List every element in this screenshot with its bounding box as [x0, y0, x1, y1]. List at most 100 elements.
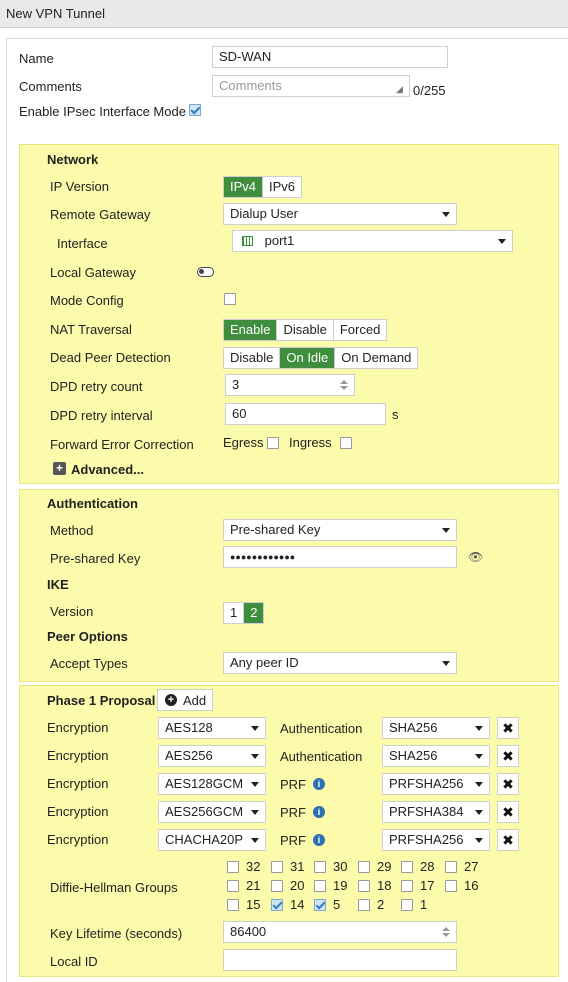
dh-group-label: 30 [333, 859, 348, 874]
dpd-on-idle[interactable]: On Idle [280, 348, 336, 368]
remove-proposal-button[interactable]: ✖ [497, 801, 519, 823]
prf-select[interactable]: PRFSHA256 [382, 773, 490, 795]
prf-select[interactable]: PRFSHA256 [382, 829, 490, 851]
eye-icon[interactable]: 👁 [468, 550, 483, 564]
mode-config-checkbox[interactable] [224, 293, 236, 305]
encryption-select[interactable]: AES256GCM [158, 801, 266, 823]
dh-group-14-checkbox[interactable] [271, 899, 283, 911]
chevron-down-icon [442, 212, 450, 217]
psk-input[interactable]: ●●●●●●●●●●●● [223, 546, 457, 568]
dh-group-18-checkbox[interactable] [358, 880, 370, 892]
remove-proposal-button[interactable]: ✖ [497, 773, 519, 795]
authentication-label: Authentication [280, 721, 363, 736]
dh-group-17-checkbox[interactable] [401, 880, 413, 892]
dh-group-label: 20 [290, 878, 305, 893]
add-proposal-label: Add [183, 693, 207, 708]
fec-egress-checkbox[interactable] [267, 437, 279, 449]
authentication-select[interactable]: SHA256 [382, 717, 490, 739]
ip-version-toggle: IPv4 IPv6 [223, 176, 303, 198]
local-gateway-toggle[interactable] [197, 267, 214, 277]
remove-proposal-button[interactable]: ✖ [497, 745, 519, 767]
chevron-down-icon [475, 726, 483, 731]
dh-group-28-checkbox[interactable] [401, 861, 413, 873]
ip-version-ipv6[interactable]: IPv6 [263, 177, 302, 197]
chevron-down-icon [475, 810, 483, 815]
dpd-retry-count-input[interactable]: 3 [225, 374, 355, 396]
dpd-disable[interactable]: Disable [224, 348, 281, 368]
dh-group-21-checkbox[interactable] [227, 880, 239, 892]
network-header: Network [47, 152, 99, 167]
nat-enable[interactable]: Enable [224, 320, 278, 340]
mode-config-label: Mode Config [50, 293, 124, 308]
authentication-value: SHA256 [389, 748, 438, 763]
chevron-down-icon [251, 726, 259, 731]
encryption-select[interactable]: AES128 [158, 717, 266, 739]
ip-version-ipv4[interactable]: IPv4 [224, 177, 264, 197]
encryption-select[interactable]: CHACHA20P [158, 829, 266, 851]
nat-forced[interactable]: Forced [333, 320, 387, 340]
dh-group-29-checkbox[interactable] [358, 861, 370, 873]
chevron-down-icon [251, 754, 259, 759]
encryption-select[interactable]: AES256 [158, 745, 266, 767]
resize-grip-icon[interactable]: ◢ [396, 84, 403, 95]
authentication-select[interactable]: SHA256 [382, 745, 490, 767]
prf-select[interactable]: PRFSHA384 [382, 801, 490, 823]
remove-proposal-button[interactable]: ✖ [497, 829, 519, 851]
ipsec-mode-checkbox[interactable] [189, 104, 201, 116]
dh-group-label: 21 [246, 878, 261, 893]
dh-group-1-checkbox[interactable] [401, 899, 413, 911]
ike-header: IKE [47, 577, 69, 592]
encryption-select[interactable]: AES128GCM [158, 773, 266, 795]
prf-label: PRF [280, 805, 306, 820]
dh-group-label: 14 [290, 897, 305, 912]
ike-version-2[interactable]: 2 [244, 603, 264, 623]
encryption-label: Encryption [47, 804, 109, 819]
accept-types-label: Accept Types [50, 656, 128, 671]
info-icon[interactable]: i [313, 778, 325, 790]
local-id-input[interactable] [223, 949, 457, 971]
dh-group-32-checkbox[interactable] [227, 861, 239, 873]
fec-ingress-checkbox[interactable] [340, 437, 352, 449]
dpd-on-demand[interactable]: On Demand [335, 348, 418, 368]
dh-group-20-checkbox[interactable] [271, 880, 283, 892]
remote-gateway-select[interactable]: Dialup User [223, 203, 457, 225]
key-lifetime-value: 86400 [230, 924, 267, 939]
dh-group-19-checkbox[interactable] [314, 880, 326, 892]
comments-counter: 0/255 [413, 83, 446, 98]
accept-types-select[interactable]: Any peer ID [223, 652, 457, 674]
interface-select[interactable]: port1 [232, 230, 513, 252]
dh-group-31-checkbox[interactable] [271, 861, 283, 873]
prf-value: PRFSHA256 [389, 832, 464, 847]
dh-group-15-checkbox[interactable] [227, 899, 239, 911]
stepper-icon[interactable] [340, 379, 348, 392]
prf-value: PRFSHA256 [389, 776, 464, 791]
plus-icon[interactable]: + [53, 462, 66, 475]
info-icon[interactable]: i [313, 834, 325, 846]
add-proposal-button[interactable]: + Add [157, 689, 213, 711]
name-input[interactable]: SD-WAN [212, 46, 448, 68]
nat-disable[interactable]: Disable [277, 320, 334, 340]
nat-traversal-toggle: Enable Disable Forced [223, 319, 388, 341]
dh-group-5-checkbox[interactable] [314, 899, 326, 911]
dh-group-label: 1 [420, 897, 428, 912]
encryption-value: AES256GCM [165, 804, 244, 819]
dh-group-2-checkbox[interactable] [358, 899, 370, 911]
stepper-icon[interactable] [442, 926, 450, 939]
network-port-icon [242, 236, 253, 246]
ike-version-1[interactable]: 1 [224, 603, 245, 623]
method-select[interactable]: Pre-shared Key [223, 519, 457, 541]
remove-proposal-button[interactable]: ✖ [497, 717, 519, 739]
dh-group-30-checkbox[interactable] [314, 861, 326, 873]
interface-value: port1 [264, 233, 295, 248]
dh-group-27-checkbox[interactable] [445, 861, 457, 873]
info-icon[interactable]: i [313, 806, 325, 818]
psk-label: Pre-shared Key [50, 551, 141, 566]
dh-group-label: 18 [377, 878, 392, 893]
comments-textarea[interactable]: Comments [212, 75, 410, 97]
encryption-label: Encryption [47, 776, 109, 791]
advanced-link[interactable]: Advanced... [71, 462, 144, 477]
dh-group-16-checkbox[interactable] [445, 880, 457, 892]
key-lifetime-input[interactable]: 86400 [223, 921, 457, 943]
dpd-retry-interval-input[interactable]: 60 [225, 403, 386, 425]
encryption-value: AES128 [165, 720, 213, 735]
